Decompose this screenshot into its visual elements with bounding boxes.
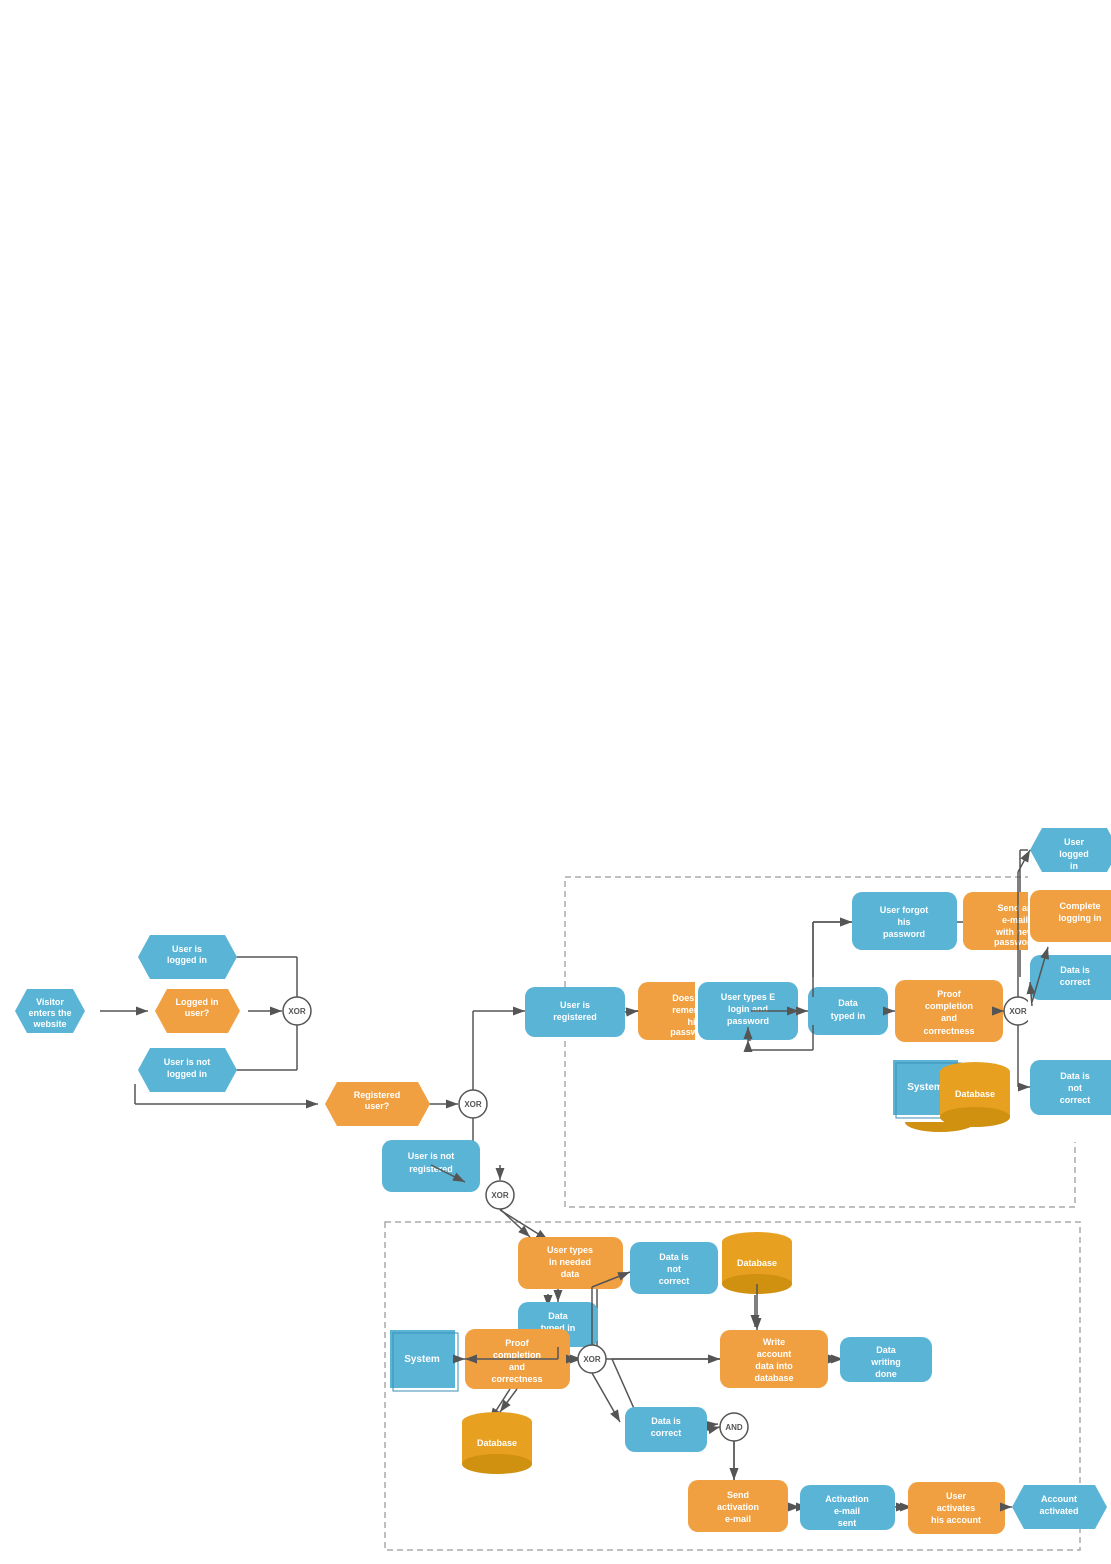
svg-text:Send an: Send an (997, 903, 1032, 913)
svg-text:Data is: Data is (651, 1416, 681, 1426)
svg-text:correct: correct (651, 1428, 682, 1438)
db-bottom-ellipse-bottom (462, 1454, 532, 1474)
svg-text:user?: user? (365, 1101, 390, 1111)
svg-text:completion: completion (925, 1001, 973, 1011)
svg-text:login and: login and (728, 1004, 768, 1014)
svg-text:logged in: logged in (167, 1069, 207, 1079)
svg-text:data: data (561, 1269, 581, 1279)
svg-text:e-mail: e-mail (725, 1514, 751, 1524)
svg-text:XOR: XOR (583, 1355, 601, 1364)
svg-text:registered: registered (553, 1012, 597, 1022)
svg-text:website: website (32, 1019, 66, 1029)
svg-text:System: System (907, 1082, 943, 1093)
svg-text:Data: Data (838, 998, 859, 1008)
svg-text:typed in: typed in (831, 1011, 866, 1021)
svg-text:logged in: logged in (167, 955, 207, 965)
svg-text:logging in: logging in (1059, 913, 1102, 923)
svg-text:e-mail: e-mail (1002, 915, 1028, 925)
svg-text:activates: activates (937, 1503, 976, 1513)
svg-text:Data is: Data is (1060, 1071, 1090, 1081)
svg-text:Proof: Proof (937, 989, 962, 999)
svg-text:User is not: User is not (164, 1057, 211, 1067)
svg-text:User is: User is (560, 1000, 590, 1010)
flowchart-canvas (0, 0, 1111, 782)
svg-text:System: System (404, 1354, 440, 1365)
svg-text:in: in (1070, 861, 1078, 871)
svg-text:correct: correct (659, 1276, 690, 1286)
svg-text:XOR: XOR (1009, 1007, 1027, 1016)
svg-text:password: password (883, 929, 925, 939)
svg-text:User forgot: User forgot (880, 905, 929, 915)
svg-text:e-mail: e-mail (834, 1506, 860, 1516)
svg-text:and: and (941, 1013, 957, 1023)
svg-text:activation: activation (717, 1502, 759, 1512)
svg-text:password: password (727, 1016, 769, 1026)
svg-text:Data: Data (876, 1345, 897, 1355)
svg-text:XOR: XOR (288, 1007, 306, 1016)
svg-text:XOR: XOR (491, 1191, 509, 1200)
svg-text:in needed: in needed (549, 1257, 591, 1267)
svg-text:data into: data into (755, 1361, 793, 1371)
svg-text:his: his (897, 917, 910, 927)
visitor-text: Visitor (36, 997, 64, 1007)
db-top-final-bottom (940, 1107, 1010, 1127)
svg-text:correct: correct (1060, 1095, 1091, 1105)
svg-text:Proof: Proof (505, 1338, 530, 1348)
svg-text:and: and (509, 1362, 525, 1372)
svg-text:Database: Database (477, 1438, 517, 1448)
svg-text:writing: writing (870, 1357, 901, 1367)
svg-text:Account: Account (1041, 1494, 1077, 1504)
svg-text:logged: logged (1059, 849, 1089, 859)
svg-text:correct: correct (1060, 977, 1091, 987)
svg-text:User is not: User is not (408, 1151, 455, 1161)
svg-text:Data is: Data is (659, 1252, 689, 1262)
svg-text:Logged in: Logged in (176, 997, 219, 1007)
svg-text:User types: User types (547, 1245, 593, 1255)
svg-text:Registered: Registered (354, 1090, 401, 1100)
svg-text:User: User (1064, 837, 1085, 847)
svg-text:correctness: correctness (923, 1026, 974, 1036)
flowchart-main: Visitor enters the website Logged in use… (0, 782, 1111, 1564)
svg-text:Database: Database (955, 1089, 995, 1099)
svg-text:database: database (754, 1373, 793, 1383)
svg-text:XOR: XOR (464, 1100, 482, 1109)
svg-text:Database: Database (737, 1258, 777, 1268)
svg-text:done: done (875, 1369, 897, 1379)
svg-text:Send: Send (727, 1490, 749, 1500)
svg-text:Activation: Activation (825, 1494, 869, 1504)
svg-text:sent: sent (838, 1518, 857, 1528)
svg-text:account: account (757, 1349, 792, 1359)
svg-text:User is: User is (172, 944, 202, 954)
svg-text:Data: Data (548, 1311, 569, 1321)
svg-text:correctness: correctness (491, 1374, 542, 1384)
svg-text:AND: AND (725, 1423, 743, 1432)
svg-text:Data is: Data is (1060, 965, 1090, 975)
svg-text:Complete: Complete (1059, 901, 1100, 911)
svg-text:User: User (946, 1491, 967, 1501)
svg-text:enters the: enters the (28, 1008, 71, 1018)
svg-text:activated: activated (1039, 1506, 1078, 1516)
svg-text:user?: user? (185, 1008, 210, 1018)
svg-text:not: not (1068, 1083, 1082, 1093)
svg-text:not: not (667, 1264, 681, 1274)
svg-text:User types E: User types E (721, 992, 776, 1002)
svg-text:Write: Write (763, 1337, 785, 1347)
svg-text:his account: his account (931, 1515, 981, 1525)
